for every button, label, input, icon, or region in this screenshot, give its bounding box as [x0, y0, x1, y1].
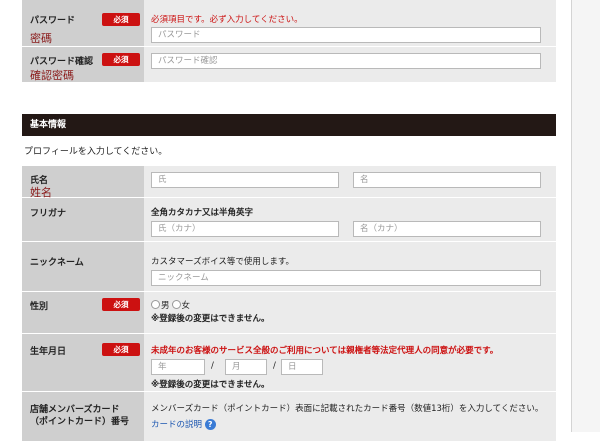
name-field-cell: 氏 名 [144, 166, 556, 198]
help-icon[interactable]: ? [204, 418, 216, 430]
password-label-cn: 密碼 [30, 32, 52, 45]
male-radio[interactable] [151, 299, 160, 309]
password-row: パスワード 必須 密碼 必須項目です。必ず入力してください。 パスワード [22, 0, 556, 47]
last-name-kana-input[interactable]: 氏（カナ） [151, 220, 339, 237]
nickname-label-cell: ニックネーム [22, 241, 144, 292]
furigana-note: 全角カタカナ又は半角英字 [151, 207, 254, 218]
gender-row: 性別 必須 男女 ※登録後の変更はできません。 [22, 291, 556, 334]
password-label-cell: パスワード 必須 密碼 [22, 0, 144, 47]
female-radio[interactable] [171, 299, 181, 309]
birthday-row: 生年月日 必須 未成年のお客様のサービス全般のご利用については親権者等法定代理人… [22, 333, 556, 392]
password-confirm-label: パスワード確認 [30, 56, 94, 67]
nickname-input[interactable]: ニックネーム [151, 269, 541, 286]
gender-field-cell: 男女 ※登録後の変更はできません。 [144, 291, 556, 334]
member-card-row: 店舗メンバーズカード （ポイントカード）番号 メンバーズカード（ポイントカード）… [22, 391, 556, 442]
birthday-note: ※登録後の変更はできません。 [151, 379, 270, 390]
required-badge: 必須 [102, 13, 140, 26]
minor-consent-warning: 未成年のお客様のサービス全般のご利用については親権者等法定代理人の同意が必要です… [151, 345, 499, 356]
first-name-input[interactable]: 名 [353, 172, 541, 188]
password-table: パスワード 必須 密碼 必須項目です。必ず入力してください。 パスワード パスワ… [22, 0, 556, 83]
scrollbar[interactable] [571, 0, 600, 432]
birth-month-input[interactable]: 月 [225, 358, 267, 375]
required-badge: 必須 [102, 342, 140, 356]
member-card-label-cell: 店舗メンバーズカード （ポイントカード）番号 [22, 391, 144, 442]
password-field-cell: 必須項目です。必ず入力してください。 パスワード [144, 0, 556, 47]
password-section: パスワード 必須 密碼 必須項目です。必ず入力してください。 パスワード パスワ… [22, 0, 556, 84]
card-description-link[interactable]: カードの説明 [151, 420, 202, 430]
password-confirm-row: パスワード確認 必須 確認密碼 パスワード確認 [22, 46, 556, 83]
furigana-label: フリガナ [30, 208, 67, 219]
name-row: 氏名 姓名 氏 名 [22, 166, 556, 199]
nickname-label: ニックネーム [30, 257, 84, 268]
name-label-cell: 氏名 姓名 [22, 166, 144, 199]
member-card-note: メンバーズカード（ポイントカード）表面に記載されたカード番号（数値13桁）を入力… [151, 403, 544, 414]
last-name-input[interactable]: 氏 [151, 172, 339, 188]
female-label[interactable]: 女 [182, 301, 191, 311]
gender-label-cell: 性別 必須 [22, 291, 144, 334]
date-separator: / [211, 360, 214, 371]
first-name-kana-input[interactable]: 名（カナ） [353, 220, 541, 237]
birth-year-input[interactable]: 年 [151, 358, 205, 375]
birth-day-input[interactable]: 日 [281, 358, 323, 375]
password-confirm-field-cell: パスワード確認 [144, 46, 556, 83]
furigana-field-cell: 全角カタカナ又は半角英字 氏（カナ） 名（カナ） [144, 197, 556, 242]
birthday-label-cell: 生年月日 必須 [22, 333, 144, 392]
nickname-row: ニックネーム カスタマーズボイス等で使用します。 ニックネーム [22, 241, 556, 292]
member-card-label-line2: （ポイントカード）番号 [30, 416, 130, 427]
furigana-row: フリガナ 全角カタカナ又は半角英字 氏（カナ） 名（カナ） [22, 197, 556, 242]
required-badge: 必須 [102, 52, 140, 66]
password-input[interactable]: パスワード [151, 27, 541, 43]
card-help-link[interactable]: カードの説明 ? [151, 418, 216, 430]
birthday-label: 生年月日 [30, 346, 67, 357]
password-error: 必須項目です。必ず入力してください。 [151, 15, 303, 25]
nickname-field-cell: カスタマーズボイス等で使用します。 ニックネーム [144, 241, 556, 292]
gender-label: 性別 [30, 301, 49, 312]
basic-info-table: 氏名 姓名 氏 名 フリガナ 全角カタカナ又は半角英字 氏（カナ） 名（カナ） [22, 166, 556, 442]
gender-options: 男女 [151, 299, 190, 311]
password-label: パスワード [30, 16, 76, 26]
section-intro: プロフィールを入力してください。 [24, 147, 168, 157]
member-card-field-cell: メンバーズカード（ポイントカード）表面に記載されたカード番号（数値13桁）を入力… [144, 391, 556, 442]
birthday-field-cell: 未成年のお客様のサービス全般のご利用については親権者等法定代理人の同意が必要です… [144, 333, 556, 392]
date-separator: / [273, 360, 276, 371]
password-confirm-label-cn: 確認密碼 [30, 68, 74, 82]
password-confirm-label-cell: パスワード確認 必須 確認密碼 [22, 46, 144, 83]
password-confirm-input[interactable]: パスワード確認 [151, 52, 541, 69]
section-header: 基本情報 [22, 114, 556, 136]
furigana-label-cell: フリガナ [22, 197, 144, 242]
required-badge: 必須 [102, 297, 140, 311]
basic-info-section: 氏名 姓名 氏 名 フリガナ 全角カタカナ又は半角英字 氏（カナ） 名（カナ） [22, 166, 556, 442]
nickname-note: カスタマーズボイス等で使用します。 [151, 256, 294, 267]
gender-note: ※登録後の変更はできません。 [151, 313, 270, 324]
male-label[interactable]: 男 [161, 301, 170, 311]
